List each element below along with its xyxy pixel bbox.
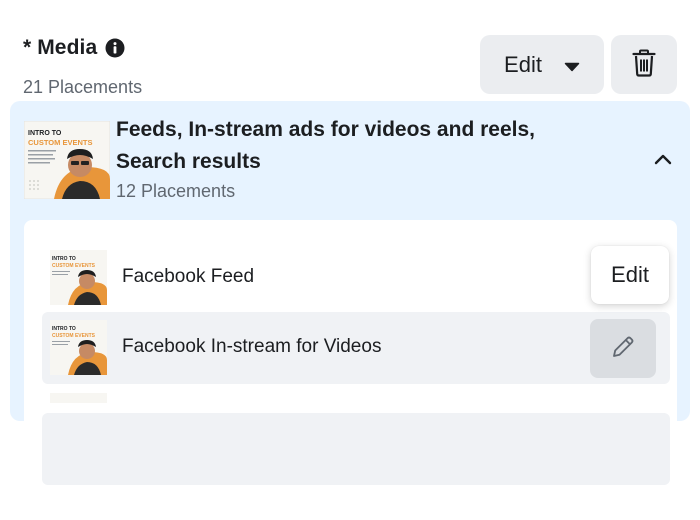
edit-dropdown-button[interactable]: Edit [480, 35, 604, 94]
placement-group-header[interactable]: INTRO TO CUSTOM EVENTS Feeds, In-stream … [10, 101, 690, 219]
placement-group-count: 12 Placements [116, 181, 236, 201]
media-placements-count: 21 Placements [23, 77, 143, 97]
placement-item-facebook-instream-videos[interactable] [42, 413, 670, 485]
edit-placement-button[interactable] [590, 319, 656, 378]
thumb-title-line1: INTRO TO [52, 326, 76, 332]
thumb-title-line2: CUSTOM EVENTS [52, 263, 96, 269]
edit-tooltip: Edit [591, 246, 669, 304]
placement-group-title: Feeds, In-stream ads for videos and reel… [116, 118, 535, 173]
placement-item-label: Facebook Feed [122, 266, 255, 287]
info-icon[interactable] [105, 38, 125, 58]
chevron-up-icon[interactable] [652, 151, 674, 167]
trash-icon [632, 49, 656, 80]
placement-thumbnail: INTRO TO CUSTOM EVENTS [50, 250, 107, 305]
placement-thumbnail-partial [50, 393, 107, 403]
placement-item-label: Facebook In-stream for Videos [122, 336, 382, 357]
thumb-title-line1: INTRO TO [52, 256, 76, 262]
media-title: * Media [23, 36, 98, 59]
delete-button[interactable] [611, 35, 677, 94]
caret-down-icon [564, 52, 580, 78]
thumb-title-line2: CUSTOM EVENTS [52, 333, 96, 339]
placement-item-facebook-instream-videos-row[interactable]: INTRO TO CUSTOM EVENTS Facebook In-strea… [42, 312, 670, 384]
placement-thumbnail: INTRO TO CUSTOM EVENTS [50, 320, 107, 375]
thumb-title-line1: INTRO TO [28, 130, 62, 137]
edit-dropdown-label: Edit [504, 51, 542, 77]
pencil-icon [610, 334, 636, 363]
placement-item-facebook-feed[interactable]: INTRO TO CUSTOM EVENTS Facebook Feed [42, 242, 670, 314]
media-header: * Media [23, 36, 125, 60]
group-thumbnail: INTRO TO CUSTOM EVENTS [23, 120, 111, 200]
thumb-title-line2: CUSTOM EVENTS [28, 138, 92, 147]
